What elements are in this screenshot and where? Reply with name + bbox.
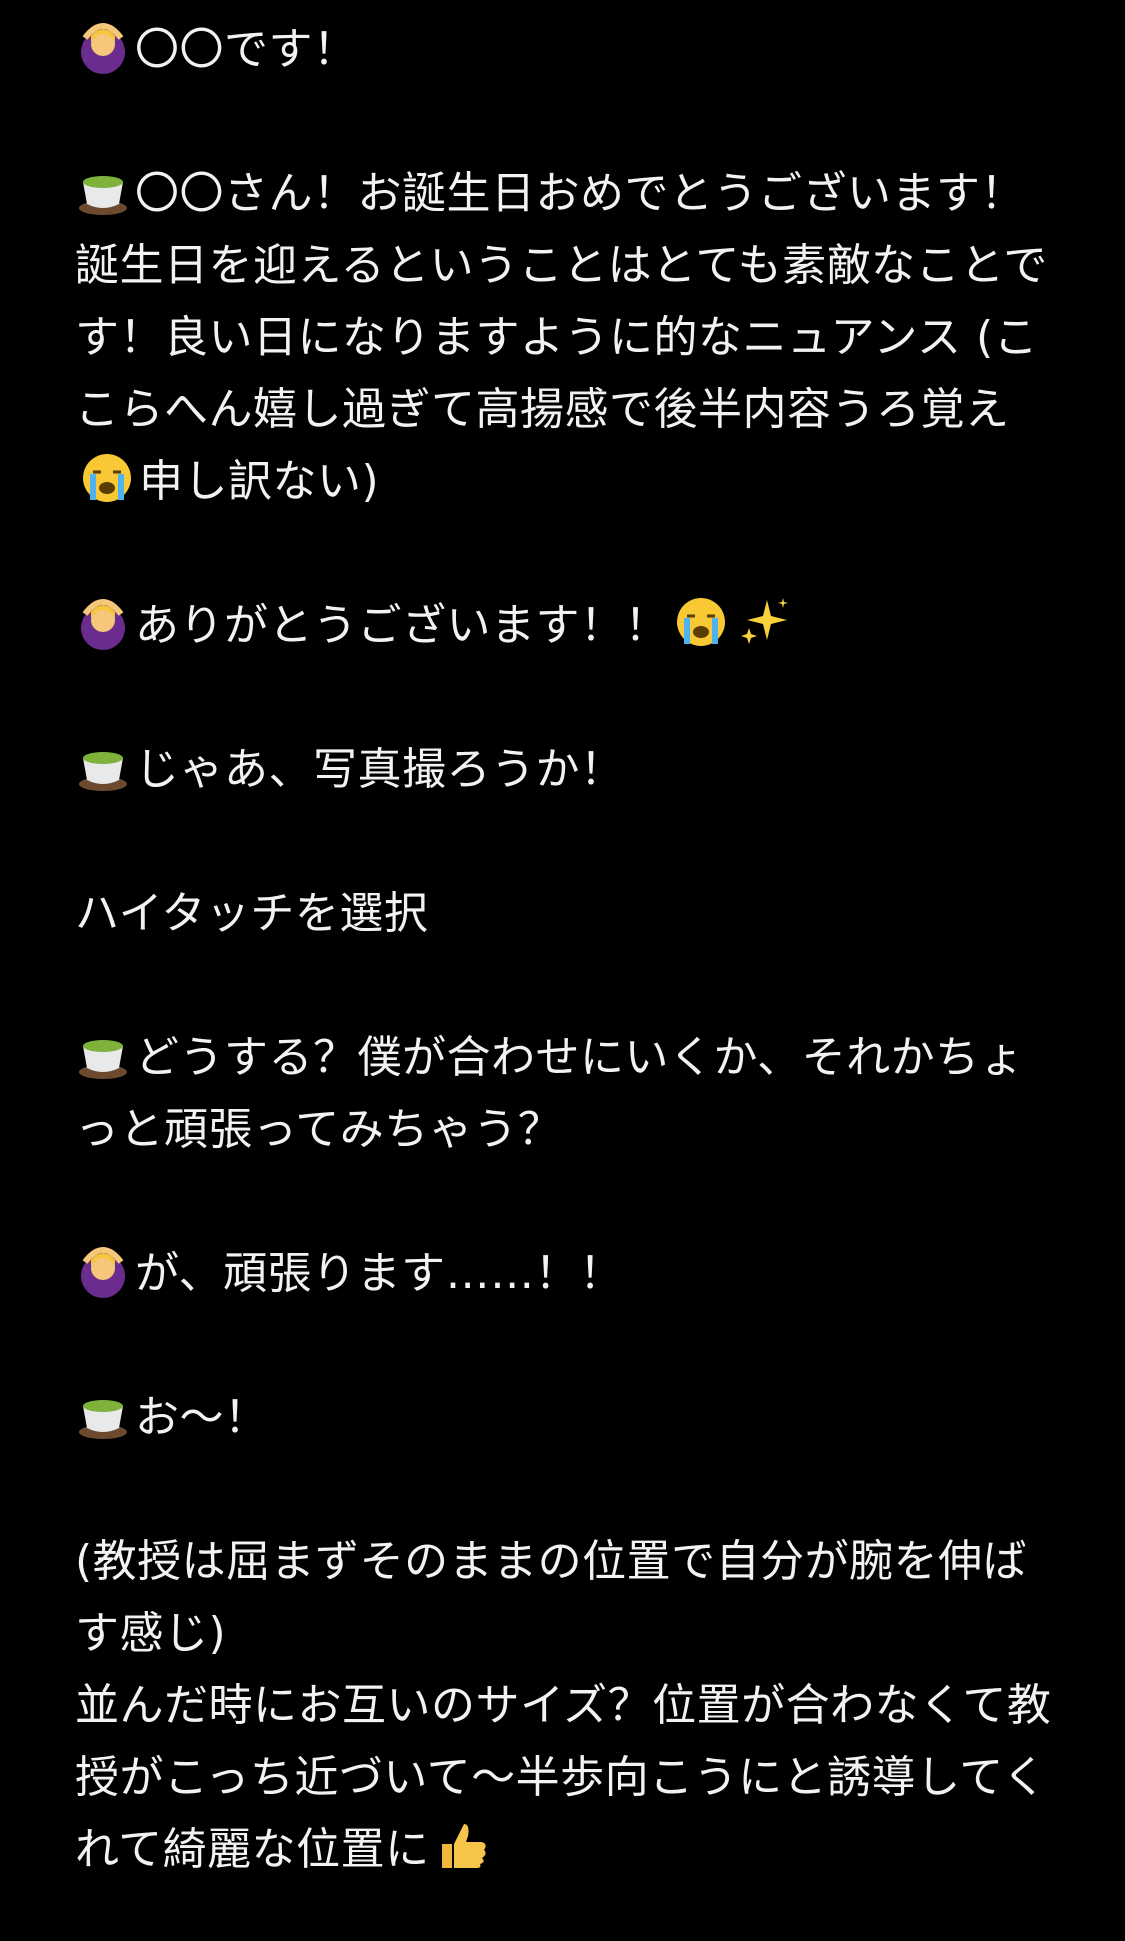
teacup-icon	[79, 176, 127, 215]
teacup-icon	[79, 1040, 127, 1079]
teacup-icon	[79, 752, 127, 791]
paragraph-4-text: じゃあ、写真撮ろうか！	[135, 744, 625, 795]
paragraph-5: ハイタッチを選択	[75, 878, 1065, 950]
closing-line-1-text: (教授は屈まずそのままの位置で自分が腕を伸ばす感じ)	[75, 1536, 1028, 1659]
closing-line-2-text: 並んだ時にお互いのサイズ？位置が合わなくて教授がこっち近づいて〜半歩向こうにと誘…	[75, 1680, 1052, 1875]
note-body: 〇〇です！ 〇〇さん！お誕生日おめでとうございます！誕生日を迎えるということはと…	[75, 14, 1065, 1886]
paragraph-6: どうする？僕が合わせにいくか、それかちょっと頑張ってみちゃう？	[75, 1022, 1065, 1166]
closing-line-2: 並んだ時にお互いのサイズ？位置が合わなくて教授がこっち近づいて〜半歩向こうにと誘…	[75, 1670, 1065, 1886]
loudly-crying-face-icon	[83, 454, 131, 502]
paragraph-8: お〜！	[75, 1382, 1065, 1454]
paragraph-8-text: お〜！	[135, 1392, 269, 1443]
paragraph-7: が、頑張ります……！！	[75, 1238, 1065, 1310]
woman-gesturing-ok-icon	[81, 23, 125, 74]
teacup-icon	[79, 1400, 127, 1439]
thumbs-up-icon	[441, 1824, 486, 1868]
closing-line-1: (教授は屈まずそのままの位置で自分が腕を伸ばす感じ)	[75, 1526, 1065, 1670]
paragraph-7-text: が、頑張ります……！！	[135, 1248, 624, 1299]
paragraph-2-tail: 申し訳ない)	[139, 456, 380, 507]
paragraph-2-text: 〇〇さん！お誕生日おめでとうございます！誕生日を迎えるということはとても素敵なこ…	[75, 168, 1048, 435]
paragraph-1-text: 〇〇です！	[135, 24, 358, 75]
loudly-crying-face-icon	[677, 598, 725, 646]
paragraph-3: ありがとうございます！！	[75, 590, 1065, 662]
paragraph-4: じゃあ、写真撮ろうか！	[75, 734, 1065, 806]
woman-gesturing-ok-icon	[81, 1247, 125, 1298]
woman-gesturing-ok-icon	[81, 599, 125, 650]
paragraph-5-text: ハイタッチを選択	[75, 888, 429, 939]
paragraph-3-text: ありがとうございます！！	[135, 600, 669, 651]
paragraph-2: 〇〇さん！お誕生日おめでとうございます！誕生日を迎えるということはとても素敵なこ…	[75, 158, 1065, 518]
paragraph-6-text: どうする？僕が合わせにいくか、それかちょっと頑張ってみちゃう？	[75, 1032, 1025, 1155]
paragraph-1: 〇〇です！	[75, 14, 1065, 86]
sparkles-icon	[741, 598, 788, 644]
